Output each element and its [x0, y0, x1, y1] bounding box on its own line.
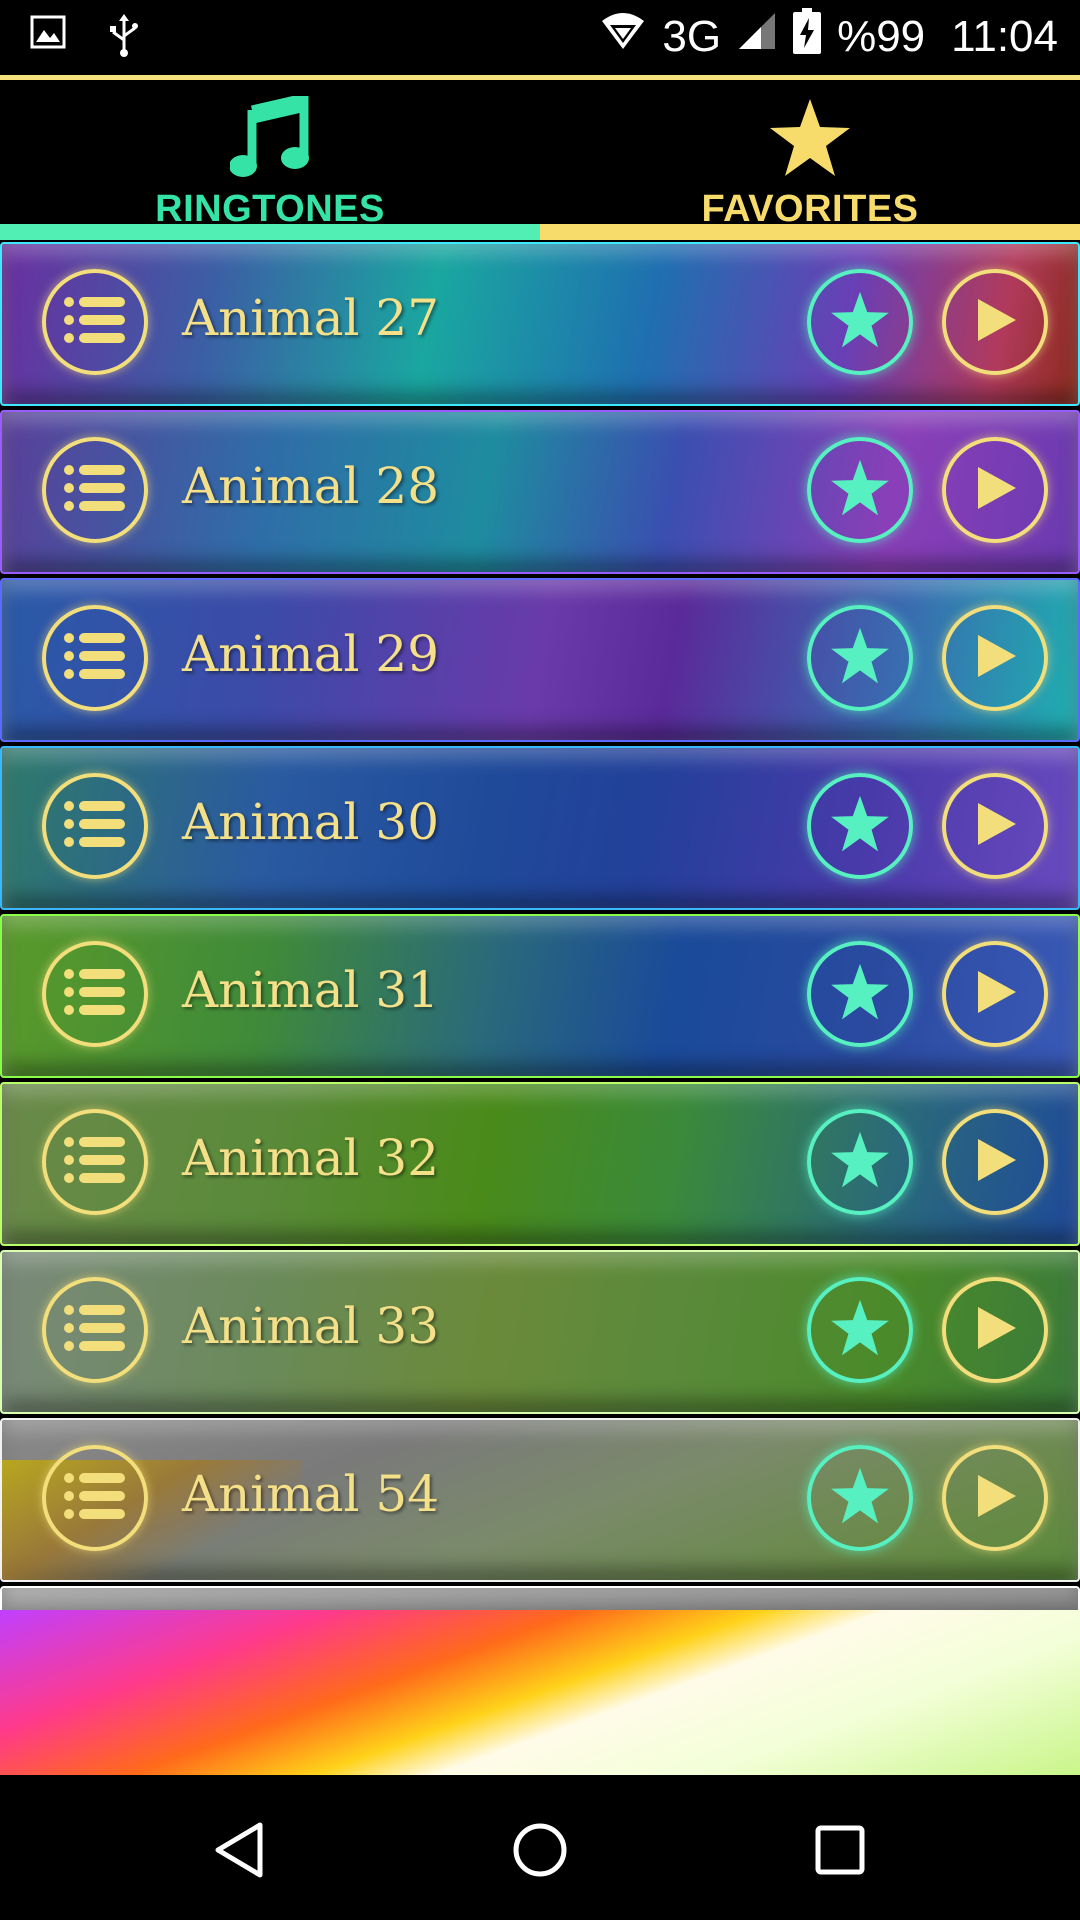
play-icon: [972, 631, 1018, 685]
ringtone-title: Animal 32: [182, 1129, 440, 1187]
back-icon[interactable]: [205, 1815, 275, 1885]
star-icon: [829, 794, 891, 858]
options-button[interactable]: [42, 941, 148, 1047]
star-icon: [829, 1130, 891, 1194]
clock: 11:04: [951, 11, 1058, 61]
favorite-button[interactable]: [807, 941, 913, 1047]
home-icon[interactable]: [505, 1815, 575, 1885]
network-type: 3G: [662, 11, 722, 61]
list-item-partial[interactable]: [0, 1586, 1080, 1610]
tab-ringtones-indicator: [0, 224, 540, 240]
play-button[interactable]: [942, 1109, 1048, 1215]
ad-banner[interactable]: [0, 1610, 1080, 1775]
list-icon: [63, 295, 127, 349]
favorite-button[interactable]: [807, 605, 913, 711]
list-item[interactable]: Animal 54: [0, 1418, 1080, 1582]
play-icon: [972, 1135, 1018, 1189]
list-icon: [63, 631, 127, 685]
navigation-bar: [0, 1775, 1080, 1920]
ringtone-title: Animal 30: [182, 793, 440, 851]
options-button[interactable]: [42, 773, 148, 879]
list-icon: [63, 463, 127, 517]
list-item[interactable]: Animal 28: [0, 410, 1080, 574]
tab-ringtones[interactable]: RINGTONES: [0, 80, 540, 240]
list-item[interactable]: Animal 30: [0, 746, 1080, 910]
signal-icon: [737, 11, 777, 62]
play-button[interactable]: [942, 773, 1048, 879]
ringtone-title: Animal 54: [182, 1465, 440, 1523]
options-button[interactable]: [42, 269, 148, 375]
options-button[interactable]: [42, 1277, 148, 1383]
list-icon: [63, 799, 127, 853]
battery-percent: %99: [837, 11, 926, 61]
options-button[interactable]: [42, 437, 148, 543]
star-icon: [829, 1466, 891, 1530]
play-icon: [972, 1303, 1018, 1357]
usb-icon: [106, 14, 142, 62]
ringtone-title: Animal 33: [182, 1297, 440, 1355]
favorite-button[interactable]: [807, 1109, 913, 1215]
play-icon: [972, 463, 1018, 517]
play-icon: [972, 1471, 1018, 1525]
star-icon: [829, 626, 891, 690]
play-button[interactable]: [942, 605, 1048, 711]
list-icon: [63, 1471, 127, 1525]
list-item[interactable]: Animal 32: [0, 1082, 1080, 1246]
options-button[interactable]: [42, 1109, 148, 1215]
battery-icon: [793, 8, 822, 65]
favorite-button[interactable]: [807, 1445, 913, 1551]
star-icon: [829, 962, 891, 1026]
image-icon: [30, 14, 66, 62]
tab-favorites-indicator: [540, 224, 1080, 240]
list-icon: [63, 967, 127, 1021]
play-icon: [972, 295, 1018, 349]
play-icon: [972, 799, 1018, 853]
play-button[interactable]: [942, 437, 1048, 543]
ringtone-title: Animal 27: [182, 289, 440, 347]
wifi-icon: [600, 11, 646, 62]
ringtone-title: Animal 29: [182, 625, 440, 683]
status-bar: 3G %99 11:04: [0, 0, 1080, 75]
list-icon: [63, 1135, 127, 1189]
favorite-button[interactable]: [807, 773, 913, 879]
tab-bar: RINGTONES FAVORITES: [0, 80, 1080, 240]
list-item[interactable]: Animal 31: [0, 914, 1080, 1078]
play-button[interactable]: [942, 1277, 1048, 1383]
star-icon: [829, 290, 891, 354]
list-icon: [63, 1303, 127, 1357]
music-note-icon: [230, 88, 310, 188]
list-item[interactable]: Animal 33: [0, 1250, 1080, 1414]
ringtone-title: Animal 28: [182, 457, 440, 515]
recents-icon[interactable]: [805, 1815, 875, 1885]
favorite-button[interactable]: [807, 1277, 913, 1383]
star-icon: [767, 88, 853, 188]
favorite-button[interactable]: [807, 437, 913, 543]
options-button[interactable]: [42, 1445, 148, 1551]
play-button[interactable]: [942, 269, 1048, 375]
list-item[interactable]: Animal 27: [0, 242, 1080, 406]
star-icon: [829, 458, 891, 522]
tab-favorites[interactable]: FAVORITES: [540, 80, 1080, 240]
ringtone-title: Animal 31: [182, 961, 440, 1019]
star-icon: [829, 1298, 891, 1362]
options-button[interactable]: [42, 605, 148, 711]
play-button[interactable]: [942, 941, 1048, 1047]
play-icon: [972, 967, 1018, 1021]
play-button[interactable]: [942, 1445, 1048, 1551]
ringtone-list: Animal 27 Animal 28 Animal 29 Animal 30 …: [0, 240, 1080, 1610]
list-item[interactable]: Animal 29: [0, 578, 1080, 742]
favorite-button[interactable]: [807, 269, 913, 375]
